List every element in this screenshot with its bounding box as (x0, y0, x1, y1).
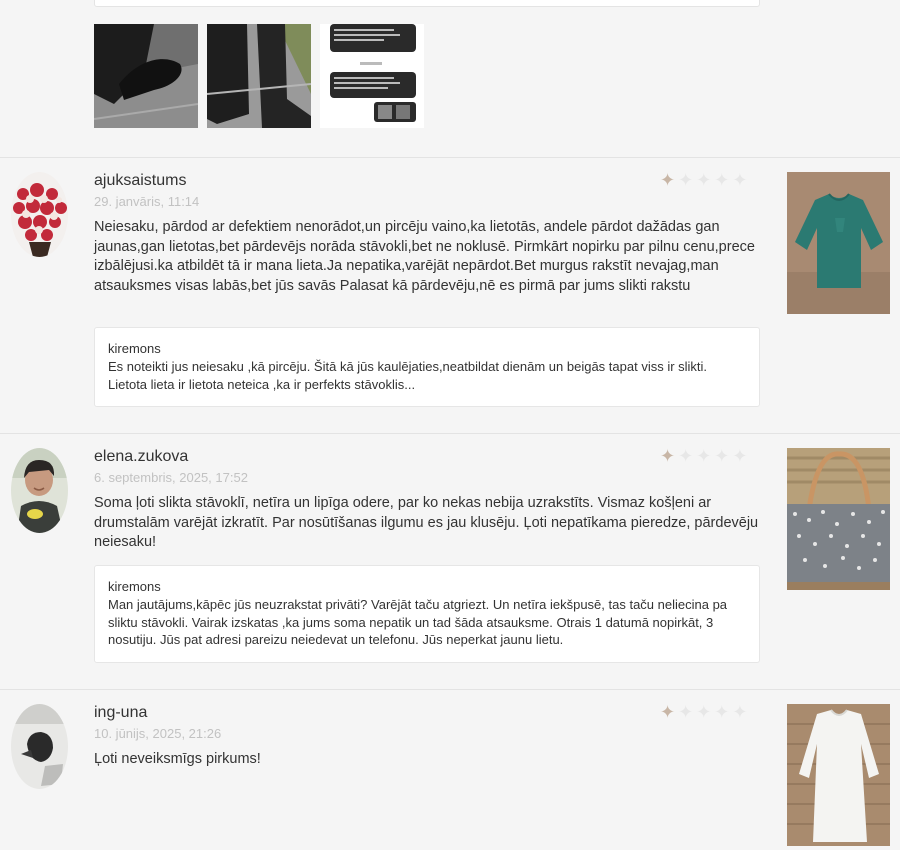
reply-author[interactable]: kiremons (108, 341, 746, 356)
review-photo-chat-screenshot[interactable] (320, 24, 424, 128)
review-text: Neiesaku, pārdod ar defektiem nenorādot,… (94, 219, 755, 294)
star-empty-icon: ✦ (678, 170, 694, 190)
item-photo-dress[interactable] (787, 704, 890, 846)
previous-review-reply-card (94, 0, 760, 7)
star-rating: ✦ ✦ ✦ ✦ ✦ (660, 703, 747, 721)
item-photo-bag[interactable] (787, 448, 890, 590)
review-text: Soma ļoti slikta stāvoklī, netīra un lip… (94, 495, 759, 550)
star-rating: ✦ ✦ ✦ ✦ ✦ (660, 171, 747, 189)
star-empty-icon: ✦ (696, 702, 712, 722)
seller-reply: kiremons Man jautājums,kāpēc jūs neuzrak… (94, 565, 760, 663)
star-filled-icon: ✦ (660, 702, 676, 722)
star-filled-icon: ✦ (660, 170, 676, 190)
star-empty-icon: ✦ (732, 170, 748, 190)
reply-text: Es noteikti jus neiesaku ,kā pircēju. Ši… (108, 359, 708, 392)
username[interactable]: ajuksaistums (94, 172, 186, 190)
reply-text: Man jautājums,kāpēc jūs neuzrakstat priv… (108, 597, 728, 647)
review-date: 6. septembris, 2025, 17:52 (94, 470, 248, 485)
previous-review-photos (94, 24, 424, 128)
username[interactable]: elena.zukova (94, 448, 188, 466)
review-divider (0, 157, 900, 158)
avatar[interactable] (11, 704, 68, 789)
star-rating: ✦ ✦ ✦ ✦ ✦ (660, 447, 747, 465)
seller-reply: kiremons Es noteikti jus neiesaku ,kā pi… (94, 327, 760, 407)
star-empty-icon: ✦ (678, 446, 694, 466)
avatar[interactable] (11, 448, 68, 533)
review-divider (0, 433, 900, 434)
star-empty-icon: ✦ (696, 446, 712, 466)
avatar[interactable] (11, 172, 68, 257)
review-photo-boots[interactable] (207, 24, 311, 128)
review-date: 29. janvāris, 11:14 (94, 194, 200, 209)
review-date: 10. jūnijs, 2025, 21:26 (94, 726, 222, 741)
username[interactable]: ing-una (94, 704, 147, 722)
star-empty-icon: ✦ (714, 446, 730, 466)
review-photo-shoe[interactable] (94, 24, 198, 128)
star-empty-icon: ✦ (678, 702, 694, 722)
star-empty-icon: ✦ (696, 170, 712, 190)
review-divider (0, 689, 900, 690)
item-photo-sweater[interactable] (787, 172, 890, 314)
star-empty-icon: ✦ (732, 446, 748, 466)
star-empty-icon: ✦ (732, 702, 748, 722)
reply-author[interactable]: kiremons (108, 579, 746, 594)
star-empty-icon: ✦ (714, 702, 730, 722)
star-filled-icon: ✦ (660, 446, 676, 466)
review-text: Ļoti neveiksmīgs pirkums! (94, 751, 261, 767)
star-empty-icon: ✦ (714, 170, 730, 190)
